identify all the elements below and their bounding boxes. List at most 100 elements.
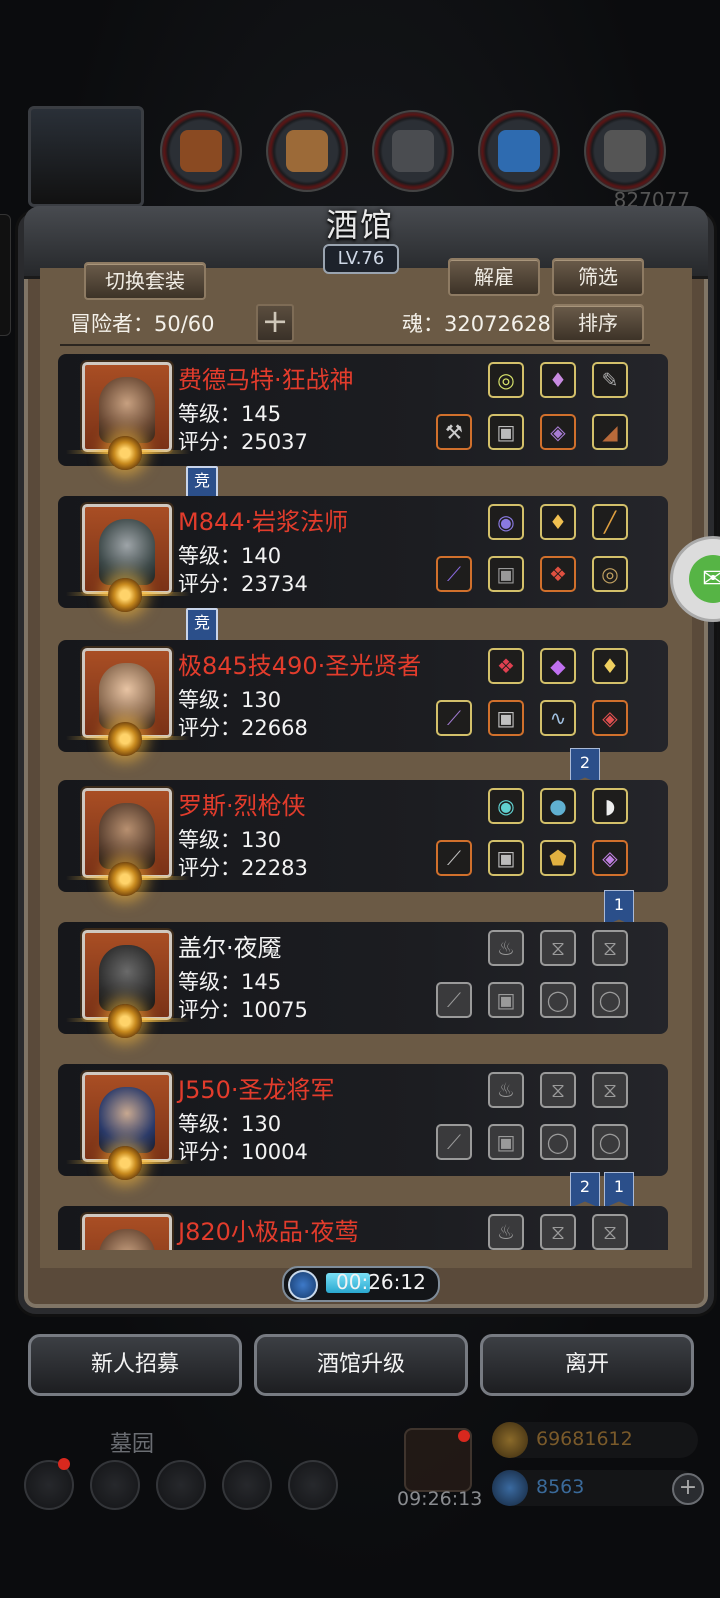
empty-hourglass-slot-icon[interactable]: ⧖ xyxy=(592,930,628,966)
add-slot-button[interactable]: + xyxy=(256,304,294,342)
sort-button[interactable]: 排序 xyxy=(552,304,644,342)
dismiss-button[interactable]: 解雇 xyxy=(448,258,540,296)
pendant-icon[interactable]: ❖ xyxy=(488,648,524,684)
hero-level: 等级：130 xyxy=(178,1112,282,1136)
star-icon[interactable] xyxy=(90,1460,140,1510)
robe-icon[interactable]: ▣ xyxy=(488,700,524,736)
hero-portrait-tab[interactable] xyxy=(28,106,144,207)
hero-card[interactable]: J550·圣龙将军 等级：130 评分：10004 ♨ ⧖ ⧖ ⟋ ▣ ◯ ◯ xyxy=(58,1060,678,1180)
star-ring-icon xyxy=(108,722,142,756)
empty-armor-slot-icon[interactable]: ▣ xyxy=(488,982,524,1018)
hero-card[interactable]: 罗斯·烈枪侠 等级：130 评分：22283 ◉ ● ◗ ⟋ ▣ ⬟ ◈ xyxy=(58,776,678,896)
empty-drop-slot-icon[interactable]: ♨ xyxy=(488,1214,524,1250)
gem-icon xyxy=(492,1470,528,1506)
hero-score: 评分：25037 xyxy=(178,430,308,454)
tooth-icon[interactable]: ◗ xyxy=(592,788,628,824)
lantern-icon[interactable]: ♦ xyxy=(540,362,576,398)
tab-leather[interactable] xyxy=(160,110,242,192)
empty-weapon-slot-icon[interactable]: ⟋ xyxy=(436,982,472,1018)
empty-hourglass-slot-icon[interactable]: ⧖ xyxy=(540,930,576,966)
empty-ring-slot-icon[interactable]: ◯ xyxy=(592,982,628,1018)
gem-icon[interactable]: ◆ xyxy=(540,648,576,684)
empty-ring-slot-icon[interactable]: ◯ xyxy=(540,982,576,1018)
wand-icon[interactable]: ╱ xyxy=(592,504,628,540)
hero-level: 等级：130 xyxy=(178,688,282,712)
helmet-icon[interactable]: ◈ xyxy=(592,700,628,736)
necklace-icon[interactable]: ∿ xyxy=(540,700,576,736)
filter-button[interactable]: 筛选 xyxy=(552,258,644,296)
portrait-icon xyxy=(99,377,155,443)
tab-crystal[interactable] xyxy=(478,110,560,192)
divider xyxy=(60,344,650,346)
armor-icon[interactable]: ▣ xyxy=(488,840,524,876)
hero-score: 评分：10075 xyxy=(178,998,308,1022)
clock-icon xyxy=(288,1270,318,1300)
shield-icon[interactable]: ⬟ xyxy=(540,840,576,876)
empty-hourglass-slot-icon[interactable]: ⧖ xyxy=(592,1072,628,1108)
hero-list[interactable]: 费德马特·狂战神 等级：145 评分：25037 ◎ ♦ ✎ ⚒ ▣ ◈ ◢ 竞… xyxy=(40,350,680,1250)
hero-name: 罗斯·烈枪侠 xyxy=(178,792,306,820)
tavern-level-badge: LV.76 xyxy=(323,244,399,274)
leave-button[interactable]: 离开 xyxy=(480,1334,694,1396)
helmet-icon[interactable]: ◈ xyxy=(540,414,576,450)
orb-icon[interactable]: ◉ xyxy=(488,504,524,540)
hero-level: 等级：145 xyxy=(178,970,282,994)
map-icon[interactable] xyxy=(288,1460,338,1510)
empty-weapon-slot-icon[interactable]: ⟋ xyxy=(436,1124,472,1160)
empty-hourglass-slot-icon[interactable]: ⧖ xyxy=(540,1072,576,1108)
boots-icon[interactable]: ◢ xyxy=(592,414,628,450)
lantern-icon[interactable]: ♦ xyxy=(540,504,576,540)
tab-iron[interactable] xyxy=(584,110,666,192)
hero-level: 等级：145 xyxy=(178,402,282,426)
amulet-icon[interactable]: ❖ xyxy=(540,556,576,592)
tab-wood[interactable] xyxy=(266,110,348,192)
castle-icon[interactable] xyxy=(156,1460,206,1510)
empty-hourglass-slot-icon[interactable]: ⧖ xyxy=(540,1214,576,1250)
gift-timer: 09:26:13 xyxy=(397,1488,483,1510)
feather-icon[interactable]: ✎ xyxy=(592,362,628,398)
armor-icon[interactable]: ▣ xyxy=(488,556,524,592)
empty-armor-slot-icon[interactable]: ▣ xyxy=(488,1124,524,1160)
hero-card[interactable]: 极845技490·圣光贤者 等级：130 评分：22668 ❖ ◆ ♦ ⟋ ▣ … xyxy=(58,636,678,756)
orb-icon[interactable]: ◉ xyxy=(488,788,524,824)
hero-score: 评分：10004 xyxy=(178,1140,308,1164)
hero-card[interactable]: J820小极品·夜莺 ♨ ⧖ ⧖ xyxy=(58,1202,678,1250)
star-ring-icon xyxy=(108,1004,142,1038)
stone-charm-icon[interactable]: ● xyxy=(540,788,576,824)
empty-hourglass-slot-icon[interactable]: ⧖ xyxy=(592,1214,628,1250)
empty-ring-slot-icon[interactable]: ◯ xyxy=(540,1124,576,1160)
helmet-icon[interactable]: ◈ xyxy=(592,840,628,876)
hero-card[interactable]: 费德马特·狂战神 等级：145 评分：25037 ◎ ♦ ✎ ⚒ ▣ ◈ ◢ xyxy=(58,350,678,470)
empty-drop-slot-icon[interactable]: ♨ xyxy=(488,930,524,966)
empty-drop-slot-icon[interactable]: ♨ xyxy=(488,1072,524,1108)
ring-icon[interactable]: ◎ xyxy=(488,362,524,398)
hero-score: 评分：22283 xyxy=(178,856,308,880)
gold-amount: 69681612 xyxy=(536,1428,633,1450)
staff-icon[interactable]: ⟋ xyxy=(436,556,472,592)
star-ring-icon xyxy=(108,578,142,612)
chat-icon: ✉ xyxy=(689,555,720,603)
hero-name: 极845技490·圣光贤者 xyxy=(178,652,422,680)
empty-ring-slot-icon[interactable]: ◯ xyxy=(592,1124,628,1160)
graveyard-label[interactable]: 墓园 xyxy=(110,1426,154,1458)
hero-card[interactable]: M844·岩浆法师 等级：140 评分：23734 ◉ ♦ ╱ ⟋ ▣ ❖ ◎ xyxy=(58,492,678,612)
hero-name: M844·岩浆法师 xyxy=(178,508,349,536)
mail-icon[interactable] xyxy=(222,1460,272,1510)
soul-count: 魂：32072628 xyxy=(402,312,551,336)
top-tab-bar: 827077 xyxy=(0,100,720,212)
tab-stone[interactable] xyxy=(372,110,454,192)
gold-row: 69681612 xyxy=(492,1422,698,1458)
switch-set-button[interactable]: 切换套装 xyxy=(84,262,206,300)
axe-icon[interactable]: ⚒ xyxy=(436,414,472,450)
recruit-button[interactable]: 新人招募 xyxy=(28,1334,242,1396)
recruit-timer: 00:26:12 xyxy=(282,1266,440,1302)
add-gems-button[interactable]: + xyxy=(672,1473,704,1505)
hero-name: 盖尔·夜魇 xyxy=(178,934,282,962)
upgrade-tavern-button[interactable]: 酒馆升级 xyxy=(254,1334,468,1396)
hero-card[interactable]: 盖尔·夜魇 等级：145 评分：10075 ♨ ⧖ ⧖ ⟋ ▣ ◯ ◯ xyxy=(58,918,678,1038)
scepter-icon[interactable]: ⟋ xyxy=(436,700,472,736)
armor-icon[interactable]: ▣ xyxy=(488,414,524,450)
lantern-icon[interactable]: ♦ xyxy=(592,648,628,684)
lance-icon[interactable]: ⟋ xyxy=(436,840,472,876)
ring-icon[interactable]: ◎ xyxy=(592,556,628,592)
